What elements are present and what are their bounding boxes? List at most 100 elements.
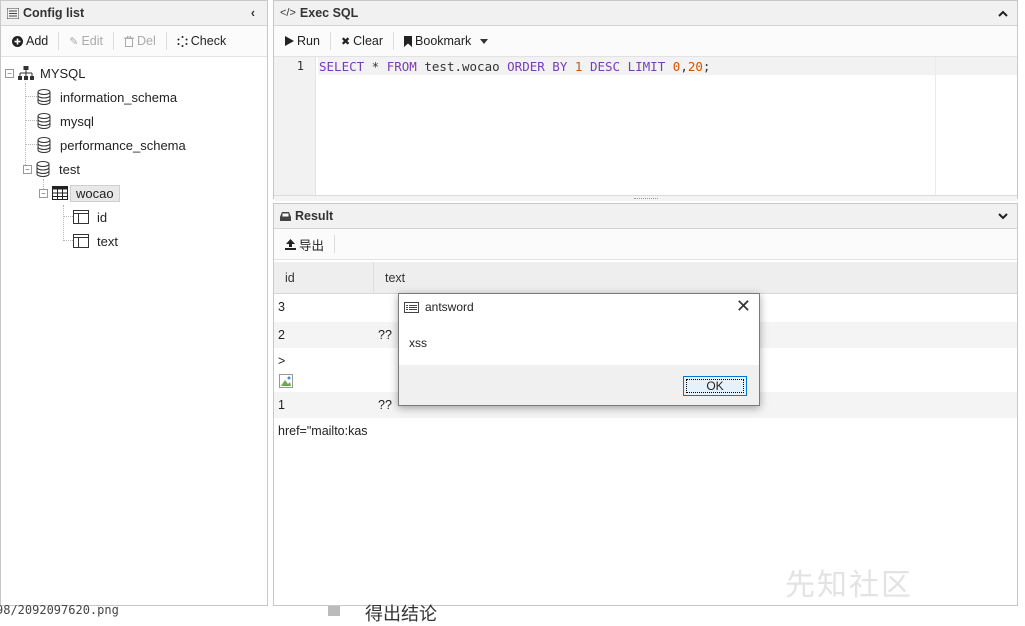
tree-guide xyxy=(25,120,37,121)
cell-id: 3 xyxy=(278,300,285,314)
sql-token-plain xyxy=(620,59,628,74)
line-number: 1 xyxy=(296,59,304,73)
close-icon: ✖ xyxy=(340,35,351,48)
dialog-body: xss xyxy=(399,320,759,365)
database-icon xyxy=(36,161,59,177)
tree-node-database[interactable]: information_schema xyxy=(37,86,177,108)
tree-node-database[interactable]: mysql xyxy=(37,110,94,132)
tree-node-table-wocao[interactable]: − wocao xyxy=(39,182,120,204)
run-button[interactable]: Run xyxy=(278,31,327,51)
sql-token-plain: test.wocao xyxy=(416,59,508,74)
pencil-icon: ✎ xyxy=(69,35,79,48)
bookmark-button[interactable]: Bookmark xyxy=(397,31,495,51)
exec-sql-title: Exec SQL xyxy=(299,6,359,20)
tree-node-column[interactable]: text xyxy=(73,230,118,252)
toolbar-divider xyxy=(334,235,336,253)
dialog-titlebar[interactable]: antsword ✕ xyxy=(399,294,759,320)
sql-token-kw: ORDER BY xyxy=(507,59,568,74)
sql-token-kw: LIMIT xyxy=(627,59,666,74)
column-header-id[interactable]: id xyxy=(274,262,374,294)
database-icon xyxy=(37,89,60,105)
sql-token-plain: , xyxy=(680,59,688,74)
background-bar xyxy=(328,606,340,616)
collapse-toggle-icon[interactable]: − xyxy=(5,68,14,78)
play-icon xyxy=(285,36,294,46)
sql-token-num: 20 xyxy=(687,59,703,74)
dialog-title: antsword xyxy=(425,300,474,314)
config-list-panel: Config list ‹ Add ✎ Edit Del Check − MYS… xyxy=(0,0,268,606)
table-grid-icon xyxy=(52,186,68,200)
chevron-down-icon[interactable] xyxy=(995,209,1011,223)
tree-node-column[interactable]: id xyxy=(73,206,107,228)
clear-label: Clear xyxy=(353,34,384,48)
collapse-toggle-icon[interactable]: − xyxy=(39,188,48,198)
sql-token-plain xyxy=(567,59,575,74)
dialog-message: xss xyxy=(409,336,427,350)
toolbar-divider xyxy=(329,32,331,50)
exec-sql-header: </> Exec SQL xyxy=(274,1,1017,26)
edit-button[interactable]: ✎ Edit xyxy=(62,31,110,51)
check-button[interactable]: Check xyxy=(170,31,233,51)
sql-token-kw: FROM xyxy=(386,59,417,74)
clear-button[interactable]: ✖ Clear xyxy=(334,31,390,51)
tree-label-database: test xyxy=(59,161,80,177)
sql-token-kw: DESC xyxy=(589,59,621,74)
tree-label-database: mysql xyxy=(60,113,94,129)
sql-toolbar: Run ✖ Clear Bookmark xyxy=(274,26,1017,57)
tree-label-column: id xyxy=(97,209,108,225)
tree-node-database-test[interactable]: − test xyxy=(23,158,80,180)
run-label: Run xyxy=(297,34,320,48)
caret-down-icon xyxy=(480,38,489,44)
sql-token-kw: SELECT xyxy=(319,59,365,74)
sql-query-text[interactable]: SELECT * FROM test.wocao ORDER BY 1 DESC… xyxy=(319,59,710,74)
print-margin xyxy=(935,57,936,195)
close-icon[interactable]: ✕ xyxy=(736,296,751,317)
export-button[interactable]: 导出 xyxy=(278,232,331,257)
chevron-up-icon[interactable] xyxy=(995,6,1011,20)
edit-label: Edit xyxy=(81,34,104,48)
list-icon xyxy=(7,7,19,19)
config-toolbar: Add ✎ Edit Del Check xyxy=(1,26,267,57)
tree-guide xyxy=(63,240,73,241)
del-button[interactable]: Del xyxy=(117,31,163,51)
tree-node-mysql[interactable]: − MYSQL xyxy=(5,62,86,84)
column-icon xyxy=(73,210,89,224)
tree-label-mysql-root: MYSQL xyxy=(40,65,86,81)
column-header-text[interactable]: text xyxy=(374,262,1014,294)
toolbar-divider xyxy=(58,32,60,50)
add-button[interactable]: Add xyxy=(5,31,55,51)
sql-editor[interactable]: 1 SELECT * FROM test.wocao ORDER BY 1 DE… xyxy=(274,57,1017,195)
export-label: 导出 xyxy=(299,238,325,253)
alert-dialog: antsword ✕ xss OK xyxy=(398,293,760,406)
sql-token-plain xyxy=(582,59,590,74)
collapse-toggle-icon[interactable]: − xyxy=(23,164,32,174)
table-row[interactable]: href="mailto:kas xyxy=(274,418,1017,444)
tree-guide xyxy=(25,144,37,145)
column-divider[interactable] xyxy=(373,262,374,294)
broken-image-icon xyxy=(279,374,293,388)
editor-resize-handle[interactable] xyxy=(274,195,1017,201)
background-heading: 得出结论 xyxy=(365,604,437,624)
tree-label-column: text xyxy=(97,233,118,249)
check-label: Check xyxy=(190,34,227,48)
chevron-left-icon[interactable]: ‹ xyxy=(245,6,261,20)
del-label: Del xyxy=(137,34,156,48)
inbox-icon xyxy=(280,211,291,221)
add-label: Add xyxy=(26,34,49,48)
tree-label-database: information_schema xyxy=(60,89,178,105)
grid-header-row: id text xyxy=(274,262,1017,294)
database-icon xyxy=(37,113,60,129)
cell-id: 1 xyxy=(278,398,285,412)
editor-gutter xyxy=(274,57,316,195)
result-toolbar: 导出 xyxy=(274,229,1017,260)
plus-circle-icon xyxy=(12,35,23,47)
tree-guide xyxy=(63,205,64,241)
watermark-logo: 先知社区 xyxy=(785,568,913,603)
window-icon xyxy=(404,301,419,313)
result-title: Result xyxy=(295,209,334,223)
cell-id: href="mailto:kas xyxy=(278,424,368,438)
tree-node-database[interactable]: performance_schema xyxy=(37,134,186,156)
tree-guide xyxy=(63,216,73,217)
toolbar-divider xyxy=(165,32,167,50)
ok-button[interactable]: OK xyxy=(683,376,747,396)
